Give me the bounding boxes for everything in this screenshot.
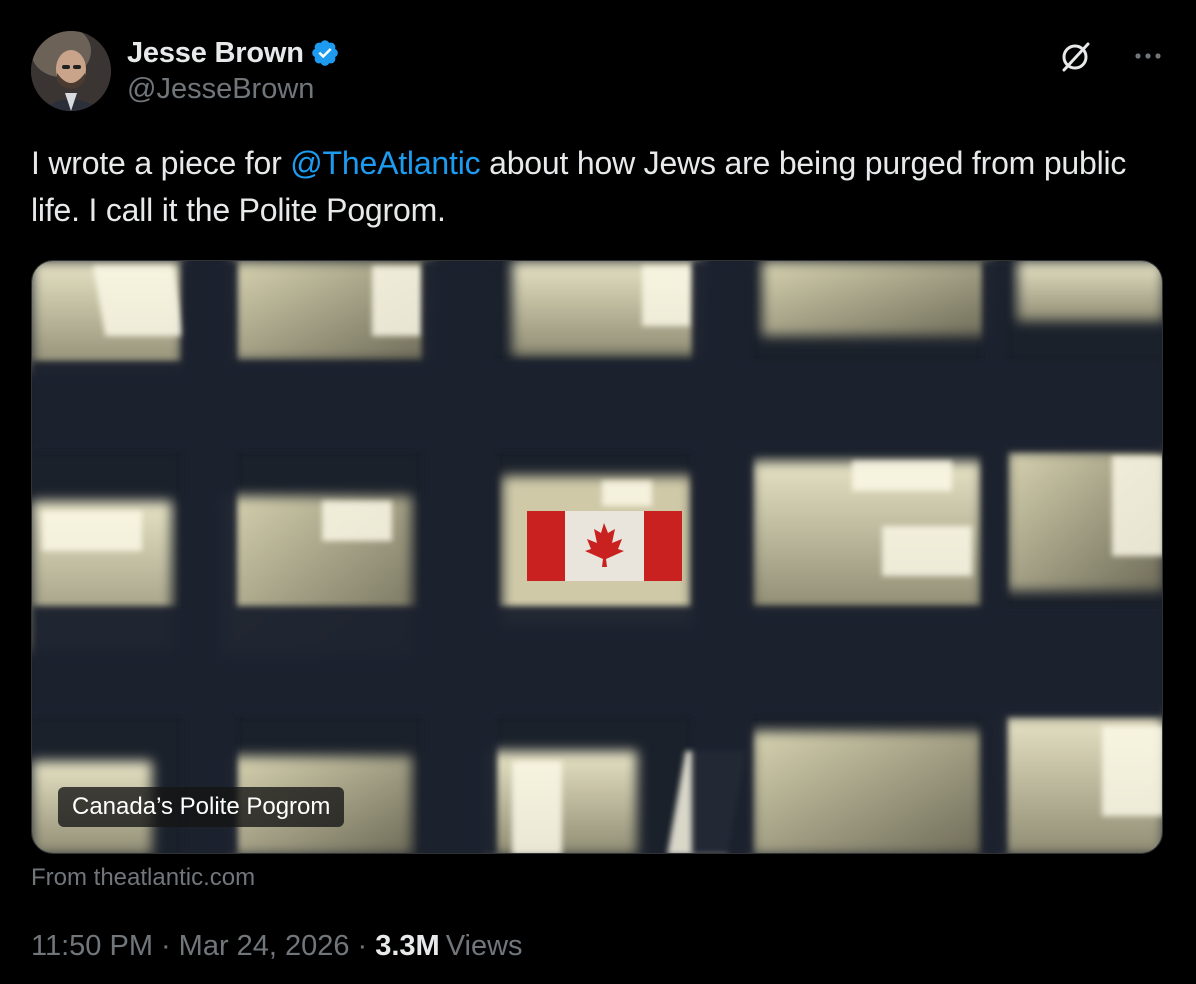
avatar-photo-icon	[31, 31, 111, 111]
tweet-meta: 11:50 PM · Mar 24, 2026 · 3.3M Views	[31, 930, 523, 963]
tweet-header: Jesse Brown @JesseBrown	[31, 31, 1166, 113]
card-image	[32, 261, 1162, 853]
author-handle[interactable]: @JesseBrown	[127, 73, 340, 106]
views-count[interactable]: 3.3M	[375, 930, 439, 963]
tweet-text-before: I wrote a piece for	[31, 145, 291, 181]
verified-badge-icon[interactable]	[310, 38, 340, 68]
views-label: Views	[445, 930, 523, 962]
card-title[interactable]: Canada’s Polite Pogrom	[58, 787, 345, 827]
author-name[interactable]: Jesse Brown	[127, 37, 304, 70]
more-options-icon[interactable]	[1130, 41, 1166, 71]
tweet-container: Jesse Brown @JesseBrown I wrote a piece …	[0, 0, 1196, 984]
meta-separator: ·	[160, 930, 171, 962]
author-avatar[interactable]	[31, 31, 111, 111]
tweet-text: I wrote a piece for @TheAtlantic about h…	[31, 140, 1161, 234]
author-info: Jesse Brown @JesseBrown	[127, 35, 340, 106]
tweet-date[interactable]: Mar 24, 2026	[179, 930, 350, 963]
link-card[interactable]: Canada’s Polite Pogrom	[31, 260, 1163, 854]
mention-link[interactable]: @TheAtlantic	[290, 145, 480, 181]
tweet-time[interactable]: 11:50 PM	[31, 930, 153, 963]
card-source[interactable]: From theatlantic.com	[31, 864, 255, 892]
grok-icon[interactable]	[1058, 39, 1094, 75]
meta-separator: ·	[357, 930, 368, 962]
